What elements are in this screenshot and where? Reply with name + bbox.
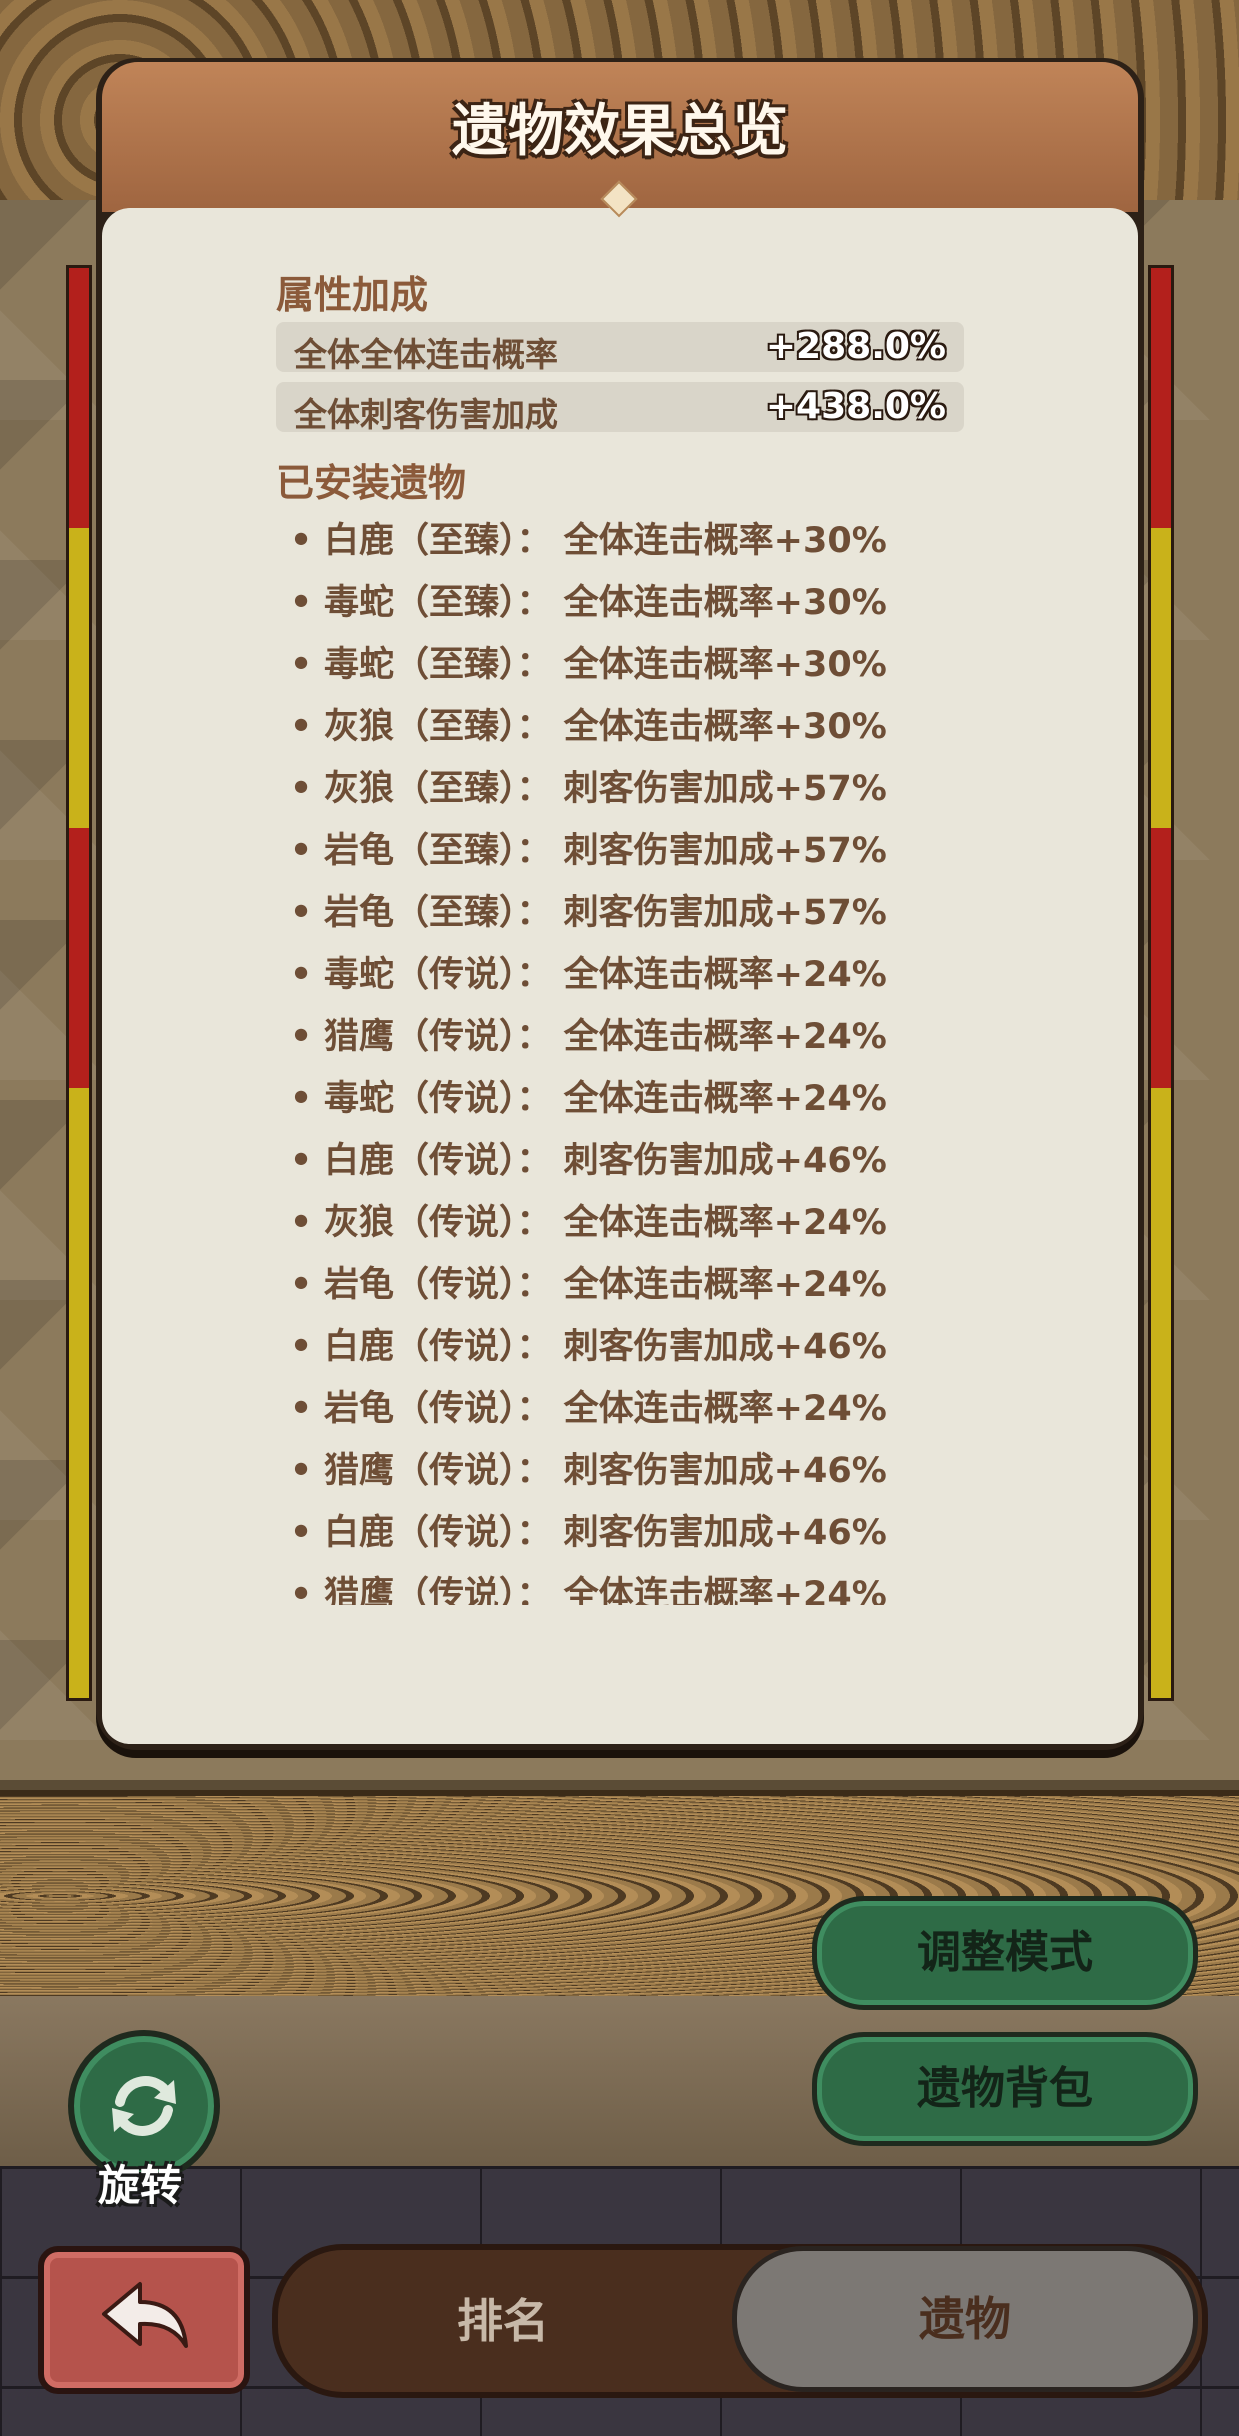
tab-ranking[interactable]: 排名: [278, 2250, 728, 2392]
left-relic-slot-strip: [66, 265, 92, 1701]
tab-relics[interactable]: 遗物: [732, 2246, 1198, 2392]
installed-relics-list[interactable]: • 白鹿（至臻）： 全体连击概率+30% • 毒蛇（至臻）： 全体连击概率+30% …: [278, 510, 998, 1605]
attribute-row: 全体全体连击概率 +288.0%: [276, 322, 964, 374]
attributes-section-title: 属性加成: [276, 273, 429, 317]
list-item: • 猎鹰（传说）： 全体连击概率+24%: [289, 1017, 887, 1057]
adjust-mode-button[interactable]: 调整模式: [812, 1896, 1198, 2010]
attribute-value: +288.0%: [765, 326, 946, 367]
rotate-label: 旋转: [97, 2161, 182, 2210]
list-item: • 毒蛇（至臻）： 全体连击概率+30%: [289, 583, 887, 623]
rotate-arrows-icon: [112, 2076, 176, 2136]
list-item: • 岩龟（至臻）： 刺客伤害加成+57%: [289, 893, 887, 933]
list-item: • 岩龟（传说）： 全体连击概率+24%: [289, 1389, 887, 1429]
list-item: • 毒蛇（传说）： 全体连击概率+24%: [289, 1079, 887, 1119]
list-item: • 白鹿（传说）： 刺客伤害加成+46%: [289, 1327, 887, 1367]
back-button[interactable]: [38, 2246, 250, 2394]
attribute-value: +438.0%: [765, 386, 946, 427]
list-item: • 白鹿（至臻）： 全体连击概率+30%: [289, 521, 887, 561]
list-item: • 灰狼（传说）： 全体连击概率+24%: [289, 1203, 887, 1243]
list-item: • 猎鹰（传说）： 全体连击概率+24%: [289, 1575, 887, 1605]
attribute-name: 全体刺客伤害加成: [294, 395, 558, 434]
back-arrow-icon: [102, 2282, 188, 2348]
list-item: • 毒蛇（至臻）： 全体连击概率+30%: [289, 645, 887, 685]
list-item: • 毒蛇（传说）： 全体连击概率+24%: [289, 955, 887, 995]
attribute-row: 全体刺客伤害加成 +438.0%: [276, 382, 964, 434]
installed-relics-section-title: 已安装遗物: [276, 461, 467, 505]
list-item: • 岩龟（传说）： 全体连击概率+24%: [289, 1265, 887, 1305]
list-item: • 白鹿（传说）： 刺客伤害加成+46%: [289, 1513, 887, 1553]
list-item: • 白鹿（传说）： 刺客伤害加成+46%: [289, 1141, 887, 1181]
list-item: • 灰狼（至臻）： 全体连击概率+30%: [289, 707, 887, 747]
modal-title: 遗物效果总览: [452, 99, 788, 164]
right-relic-slot-strip: [1148, 265, 1174, 1701]
list-item: • 岩龟（至臻）： 刺客伤害加成+57%: [289, 831, 887, 871]
attribute-name: 全体全体连击概率: [294, 335, 558, 374]
relic-bag-button[interactable]: 遗物背包: [812, 2032, 1198, 2146]
list-item: • 猎鹰（传说）： 刺客伤害加成+46%: [289, 1451, 887, 1491]
list-item: • 灰狼（至臻）： 刺客伤害加成+57%: [289, 769, 887, 809]
